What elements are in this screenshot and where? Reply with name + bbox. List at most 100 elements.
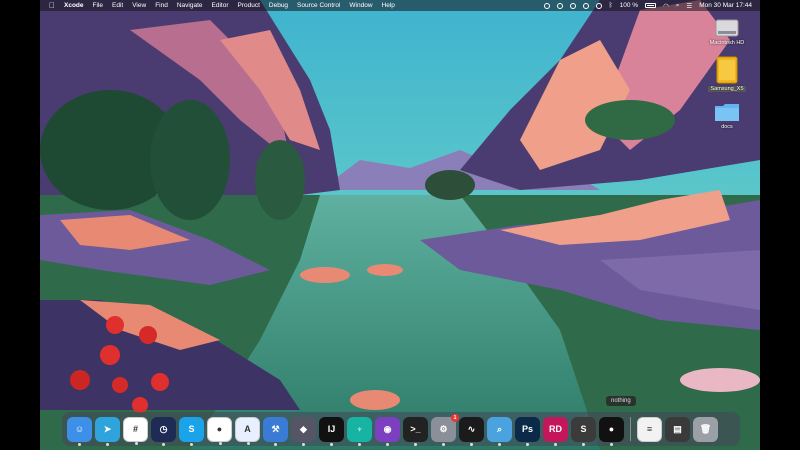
dock-item-gitkraken[interactable]: ♆ bbox=[347, 416, 372, 446]
dock-item-sublime-text[interactable]: S bbox=[571, 416, 596, 446]
menu-edit[interactable]: Edit bbox=[112, 2, 123, 9]
running-indicator bbox=[414, 442, 417, 446]
dock: ☺ ➤ # ◷ S ● A ⚒ ◆ IJ ♆ ◉ >_ ⚙ 1 ∿ ⌕ Ps RD S ● ≡ ▤ 🗑 bbox=[62, 412, 740, 446]
skype-icon: S bbox=[188, 424, 195, 434]
dock-tooltip: nothing bbox=[606, 396, 636, 406]
dock-item-preview[interactable]: ⌕ bbox=[487, 416, 512, 446]
dock-item-telegram[interactable]: ➤ bbox=[95, 416, 120, 446]
gear-icon: ⚙ bbox=[439, 423, 448, 434]
running-indicator bbox=[470, 442, 473, 446]
running-indicator bbox=[498, 442, 501, 446]
archive-icon: ▤ bbox=[673, 423, 682, 434]
running-indicator bbox=[554, 442, 557, 446]
wifi-icon[interactable]: ◠ bbox=[663, 2, 669, 10]
running-indicator bbox=[78, 442, 81, 446]
document-icon: ≡ bbox=[646, 424, 653, 434]
clock-icon: ◷ bbox=[159, 423, 168, 434]
desktop-icons: Macintosh HD Samsung_X5 docs bbox=[702, 18, 752, 140]
dock-item-terminal[interactable]: >_ bbox=[403, 416, 428, 446]
activity-monitor-icon: ∿ bbox=[467, 423, 476, 434]
dock-separator bbox=[630, 417, 631, 441]
skype-status-icon[interactable] bbox=[569, 2, 576, 9]
dock-item-time-machine[interactable]: ◷ bbox=[151, 416, 176, 446]
chrome-icon: ● bbox=[216, 424, 223, 434]
display-status-icon[interactable] bbox=[595, 2, 602, 9]
desktop-wallpaper bbox=[40, 0, 760, 450]
external-drive-icon bbox=[716, 56, 738, 84]
dock-item-unity[interactable]: ◆ bbox=[291, 416, 316, 446]
menu-debug[interactable]: Debug bbox=[269, 2, 288, 9]
battery-percentage[interactable]: 100 % bbox=[620, 2, 638, 9]
dock-item-github-desktop[interactable]: ◉ bbox=[375, 416, 400, 446]
dock-apps: ☺ ➤ # ◷ S ● A ⚒ ◆ IJ ♆ ◉ >_ ⚙ 1 ∿ ⌕ Ps RD S ● bbox=[67, 413, 624, 446]
dock-item-trash[interactable]: 🗑 bbox=[693, 416, 718, 442]
dock-item-slack[interactable]: # bbox=[123, 416, 148, 445]
desktop-icon-label: Macintosh HD bbox=[709, 40, 745, 46]
recorder-icon: ● bbox=[608, 424, 615, 434]
dock-item-activity-monitor[interactable]: ∿ bbox=[459, 416, 484, 446]
cloud-status-icon[interactable] bbox=[582, 2, 589, 9]
spotlight-search-icon[interactable]: ⌕ bbox=[676, 2, 680, 10]
hard-drive-icon bbox=[715, 19, 739, 37]
desktop-icon-samsung-x5[interactable]: Samsung_X5 bbox=[702, 56, 752, 92]
menubar-clock[interactable]: Mon 30 Mar 17:44 bbox=[699, 2, 752, 9]
github-icon: ◉ bbox=[383, 423, 392, 434]
record-status-icon[interactable] bbox=[543, 2, 550, 9]
menu-navigate[interactable]: Navigate bbox=[177, 2, 203, 9]
dock-item-screen-recorder[interactable]: ● bbox=[599, 416, 624, 446]
running-indicator bbox=[190, 442, 193, 446]
dock-item-system-preferences[interactable]: ⚙ 1 bbox=[431, 413, 459, 446]
dock-item-xcode[interactable]: ⚒ bbox=[263, 416, 288, 446]
desktop-icon-label: Samsung_X5 bbox=[708, 86, 746, 92]
running-indicator bbox=[386, 442, 389, 446]
menu-editor[interactable]: Editor bbox=[212, 2, 229, 9]
dock-item-archive[interactable]: ▤ bbox=[665, 416, 690, 442]
terminal-icon: >_ bbox=[410, 424, 421, 434]
app-menu[interactable]: Xcode bbox=[64, 2, 84, 9]
dock-item-document[interactable]: ≡ bbox=[637, 416, 662, 442]
running-indicator bbox=[302, 442, 305, 446]
control-center-icon[interactable]: ☰ bbox=[686, 2, 692, 10]
dock-item-finder[interactable]: ☺ bbox=[67, 416, 92, 446]
xcode-icon: ⚒ bbox=[271, 423, 280, 434]
running-indicator bbox=[610, 442, 613, 446]
dock-item-skype[interactable]: S bbox=[179, 416, 204, 446]
dock-item-intellij-idea[interactable]: IJ bbox=[319, 416, 344, 446]
dock-item-photoshop[interactable]: Ps bbox=[515, 416, 540, 446]
apple-menu-icon[interactable]:  bbox=[49, 1, 55, 10]
running-indicator bbox=[135, 441, 138, 445]
sublime-icon: S bbox=[580, 424, 587, 434]
battery-icon[interactable] bbox=[645, 3, 657, 8]
menu-window[interactable]: Window bbox=[349, 2, 372, 9]
menu-source-control[interactable]: Source Control bbox=[297, 2, 340, 9]
menu-bar:  Xcode File Edit View Find Navigate Edi… bbox=[40, 0, 760, 11]
photoshop-icon: Ps bbox=[521, 424, 533, 434]
telegram-icon: ➤ bbox=[103, 423, 112, 434]
menu-help[interactable]: Help bbox=[382, 2, 395, 9]
running-indicator bbox=[330, 442, 333, 446]
desktop-icon-label: docs bbox=[721, 124, 733, 130]
dock-item-chrome[interactable]: ● bbox=[207, 416, 232, 445]
sync-status-icon[interactable] bbox=[556, 2, 563, 9]
desktop-icon-macintosh-hd[interactable]: Macintosh HD bbox=[702, 18, 752, 46]
dock-item-xcode-helper[interactable]: A bbox=[235, 416, 260, 445]
trash-icon: 🗑 bbox=[699, 423, 712, 434]
intellij-icon: IJ bbox=[327, 424, 336, 434]
running-indicator bbox=[442, 442, 445, 446]
menu-file[interactable]: File bbox=[93, 2, 103, 9]
menu-find[interactable]: Find bbox=[155, 2, 168, 9]
dock-others: ≡ ▤ 🗑 bbox=[637, 416, 718, 442]
notification-badge: 1 bbox=[451, 413, 459, 422]
menu-product[interactable]: Product bbox=[237, 2, 259, 9]
rider-icon: RD bbox=[549, 424, 562, 434]
running-indicator bbox=[106, 442, 109, 446]
menu-view[interactable]: View bbox=[132, 2, 146, 9]
running-indicator bbox=[274, 442, 277, 446]
running-indicator bbox=[247, 441, 250, 445]
running-indicator bbox=[162, 442, 165, 446]
gitkraken-icon: ♆ bbox=[356, 424, 363, 434]
desktop-icon-docs[interactable]: docs bbox=[702, 102, 752, 130]
running-indicator bbox=[526, 442, 529, 446]
dock-item-rider[interactable]: RD bbox=[543, 416, 568, 446]
bluetooth-icon[interactable]: ᛒ bbox=[609, 2, 613, 9]
